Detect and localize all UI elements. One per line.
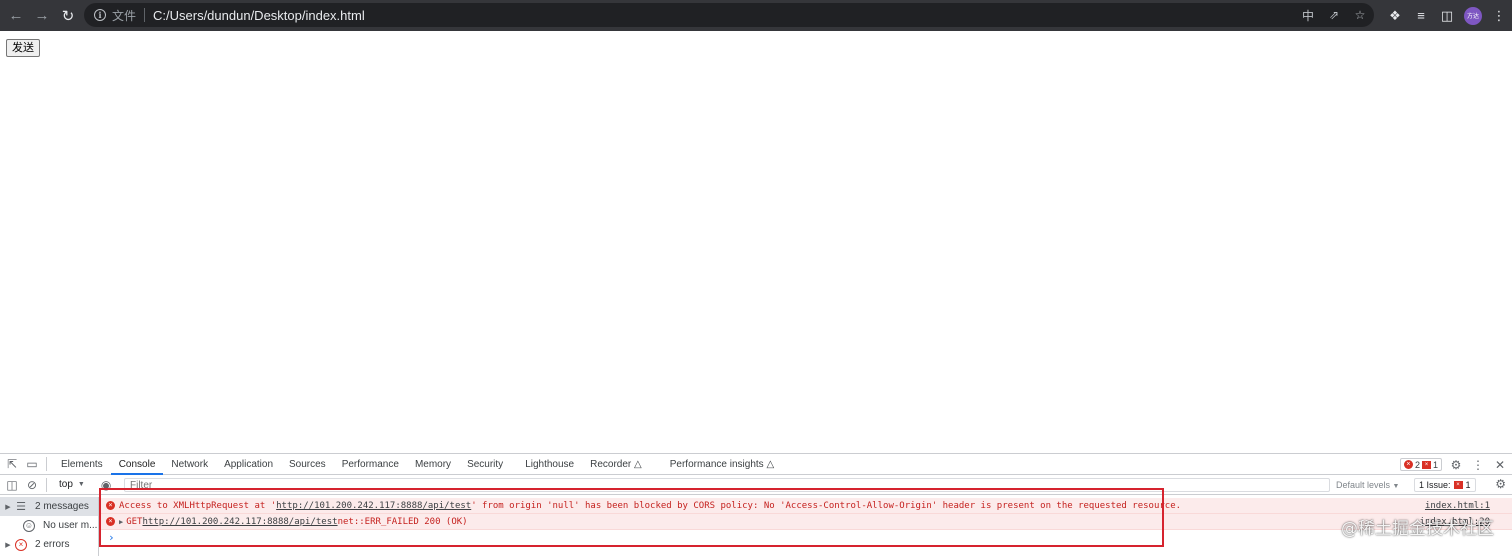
menu-kebab-icon[interactable]: ⋮	[1486, 8, 1512, 24]
sidebar-toggle-icon[interactable]: ◫	[4, 477, 20, 493]
live-expression-eye-icon[interactable]: ◉	[101, 478, 111, 492]
tabbar-divider	[46, 457, 47, 471]
message-source-link[interactable]: index.html:1	[1425, 498, 1490, 514]
send-button[interactable]: 发送	[6, 39, 40, 57]
reading-list-icon[interactable]: ≡	[1408, 8, 1434, 23]
issues-count: 1	[1465, 480, 1471, 490]
error-icon: ×	[106, 501, 115, 510]
console-settings-gear-icon[interactable]: ⚙	[1495, 477, 1506, 491]
user-circle-icon: ☺	[23, 519, 35, 532]
console-messages: × Access to XMLHttpRequest at ' http://1…	[100, 497, 1512, 556]
console-prompt[interactable]: ›	[100, 530, 1512, 544]
message-prefix: Access to XMLHttpRequest at '	[119, 500, 277, 511]
tab-recorder-label: Recorder	[590, 458, 632, 470]
devtools-panel: ⇱ ▭ Elements Console Network Application…	[0, 453, 1512, 556]
tab-recorder[interactable]: Recorder △	[582, 454, 650, 475]
tab-network[interactable]: Network	[163, 454, 216, 475]
devtools-tabbar: ⇱ ▭ Elements Console Network Application…	[0, 454, 1512, 475]
message-suffix: ' from origin 'null' has been blocked by…	[471, 500, 1182, 511]
message-prefix: GET	[126, 516, 143, 527]
caret-down-icon: ▼	[77, 481, 85, 488]
message-url-link[interactable]: http://101.200.242.117:8888/api/test	[276, 501, 471, 511]
tab-performance-insights[interactable]: Performance insights △	[662, 454, 782, 475]
error-icon: ×	[1403, 460, 1413, 469]
tab-memory[interactable]: Memory	[407, 454, 459, 475]
console-sidebar: ▶ ☰ 2 messages ☺ No user m... ▶ × 2 erro…	[0, 497, 99, 556]
address-bar[interactable]: i 文件 C:/Users/dundun/Desktop/index.html …	[84, 3, 1374, 27]
error-icon: ×	[106, 517, 115, 526]
user-icon: ☺	[22, 519, 36, 533]
sidebar-item-errors[interactable]: ▶ × 2 errors	[0, 535, 98, 554]
issue-count: 1	[1432, 459, 1438, 470]
back-arrow-icon[interactable]: ←	[6, 6, 26, 26]
message-url-link[interactable]: http://101.200.242.117:8888/api/test	[142, 517, 337, 527]
expand-arrow-icon[interactable]: ▶	[2, 541, 14, 549]
sidebar-item-user-messages[interactable]: ☺ No user m...	[0, 516, 98, 535]
device-toolbar-icon[interactable]: ▭	[24, 456, 40, 472]
devtools-tabbar-actions: × 2 × 1 ⚙ ⋮ ✕	[1399, 454, 1508, 475]
issue-flag-icon: ×	[1421, 460, 1431, 469]
tab-sources[interactable]: Sources	[281, 454, 334, 475]
clear-console-icon[interactable]: ⊘	[24, 477, 40, 493]
console-toolbar: ◫ ⊘ top ▼ ◉ Default levels ▼ 1 Issue: × …	[0, 475, 1512, 495]
caret-down-icon: ▼	[1392, 483, 1400, 490]
side-panel-icon[interactable]: ◫	[1434, 8, 1460, 24]
watermark: @稀土掘金技术社区	[1341, 519, 1494, 539]
tab-performance[interactable]: Performance	[334, 454, 407, 475]
sidebar-item-label: No user m...	[43, 520, 98, 531]
console-message-error[interactable]: × Access to XMLHttpRequest at ' http://1…	[100, 498, 1512, 514]
scheme-label: 文件	[112, 8, 137, 23]
error-circle-icon: ×	[15, 538, 27, 551]
tab-lighthouse[interactable]: Lighthouse	[517, 454, 582, 475]
log-levels-dropdown[interactable]: Default levels ▼	[1336, 475, 1399, 495]
tab-elements[interactable]: Elements	[53, 454, 111, 475]
profile-avatar[interactable]: 方达	[1464, 6, 1482, 25]
close-icon[interactable]: ✕	[1492, 458, 1508, 472]
toolbar-actions: ❖ ≡ ◫ 方达 ⋮	[1382, 0, 1512, 31]
error-count-badge[interactable]: × 2 × 1	[1399, 458, 1442, 471]
console-message-error[interactable]: × ▶ GET http://101.200.242.117:8888/api/…	[100, 514, 1512, 530]
toolbar-divider	[46, 477, 47, 492]
issues-button[interactable]: 1 Issue: × 1	[1414, 478, 1476, 492]
omnibox-divider	[144, 8, 146, 22]
tab-console[interactable]: Console	[110, 454, 164, 475]
inspect-element-icon[interactable]: ⇱	[4, 456, 20, 472]
url-text[interactable]: C:/Users/dundun/Desktop/index.html	[153, 8, 365, 23]
extensions-puzzle-icon[interactable]: ❖	[1382, 8, 1408, 24]
context-label: top	[59, 479, 73, 490]
issues-label: 1 Issue:	[1419, 480, 1451, 490]
console-body: ▶ ☰ 2 messages ☺ No user m... ▶ × 2 erro…	[0, 497, 1512, 556]
share-icon[interactable]: ⇗	[1326, 8, 1342, 22]
tab-application[interactable]: Application	[216, 454, 281, 475]
omnibox-actions: 中 ⇗ ☆	[1300, 3, 1368, 27]
sidebar-item-messages[interactable]: ▶ ☰ 2 messages	[0, 497, 98, 516]
forward-arrow-icon[interactable]: →	[32, 6, 52, 26]
sidebar-item-label: 2 errors	[35, 539, 70, 550]
browser-toolbar: ← → ↻ i 文件 C:/Users/dundun/Desktop/index…	[0, 0, 1512, 31]
tab-performance-insights-label: Performance insights	[669, 458, 764, 470]
info-icon[interactable]: i	[94, 9, 106, 21]
issue-flag-icon: ×	[1453, 481, 1463, 489]
list-icon: ☰	[16, 501, 26, 513]
error-count: 2	[1414, 459, 1420, 470]
bookmark-star-icon[interactable]: ☆	[1352, 8, 1368, 22]
reload-icon[interactable]: ↻	[58, 6, 78, 26]
experiment-flask-icon: △	[766, 458, 775, 470]
sidebar-item-label: 2 messages	[35, 501, 89, 512]
experiment-flask-icon: △	[634, 458, 642, 470]
message-suffix: net::ERR_FAILED 200 (OK)	[337, 516, 468, 527]
filter-input[interactable]	[124, 478, 1330, 492]
translate-icon[interactable]: 中	[1300, 7, 1316, 24]
context-selector[interactable]: top ▼	[59, 479, 85, 490]
prompt-chevron-icon: ›	[108, 530, 115, 544]
expand-arrow-icon[interactable]: ▶	[119, 518, 123, 526]
gear-icon[interactable]: ⚙	[1448, 458, 1464, 472]
expand-arrow-icon[interactable]: ▶	[2, 503, 14, 511]
error-icon: ×	[14, 538, 28, 552]
tab-security[interactable]: Security	[459, 454, 517, 475]
more-options-icon[interactable]: ⋮	[1470, 458, 1486, 472]
levels-label: Default levels	[1336, 480, 1391, 490]
